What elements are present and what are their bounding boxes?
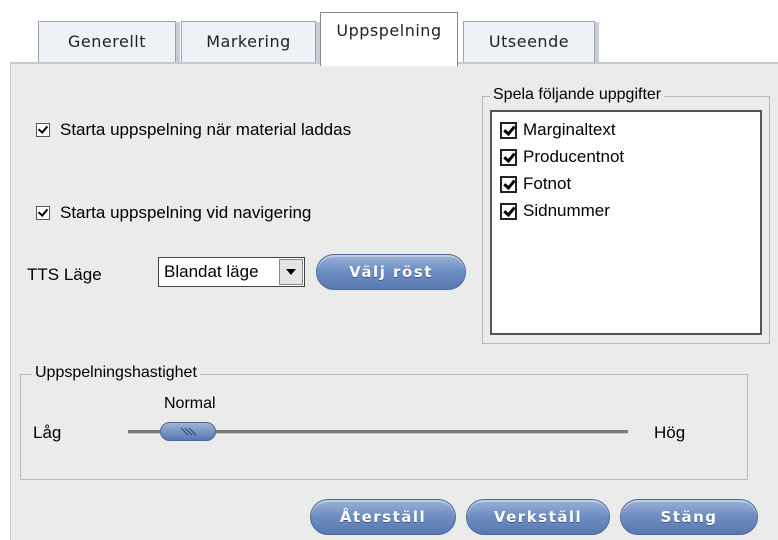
tab-uppspelning[interactable]: Uppspelning <box>320 12 458 66</box>
checkbox-box[interactable] <box>500 148 517 166</box>
tab-label: Uppspelning <box>336 21 442 40</box>
tab-generellt[interactable]: Generellt <box>38 21 180 62</box>
checkbox-box[interactable] <box>36 123 50 137</box>
start-on-navigation-label: Starta uppspelning vid navigering <box>60 203 312 222</box>
reset-button[interactable]: Återställ <box>310 499 456 535</box>
apply-button[interactable]: Verkställ <box>466 499 610 535</box>
checkbox-box[interactable] <box>500 175 517 193</box>
checkbox-box[interactable] <box>500 202 517 220</box>
speed-group <box>20 374 748 480</box>
close-button[interactable]: Stäng <box>620 499 758 535</box>
list-item-label: Producentnot <box>523 147 625 166</box>
tab-utseende[interactable]: Utseende <box>463 21 599 62</box>
tab-label: Utseende <box>488 32 570 51</box>
start-on-load-label: Starta uppspelning när material laddas <box>60 120 352 139</box>
start-on-navigation-checkbox[interactable]: Starta uppspelning vid navigering <box>36 203 311 223</box>
list-item[interactable]: Producentnot <box>500 147 624 167</box>
tab-markering[interactable]: Markering <box>181 21 320 62</box>
read-items-list: Marginaltext Producentnot Fotnot Sidnumm… <box>490 110 762 335</box>
chevron-down-icon[interactable] <box>279 259 303 285</box>
tts-mode-value: Blandat läge <box>164 262 259 281</box>
start-on-load-checkbox[interactable]: Starta uppspelning när material laddas <box>36 120 351 140</box>
speed-high-label: Hög <box>654 423 686 442</box>
read-items-title: Spela följande uppgifter <box>490 86 665 104</box>
list-item-label: Marginaltext <box>523 120 616 139</box>
list-item[interactable]: Marginaltext <box>500 120 616 140</box>
tab-label: Generellt <box>68 32 146 51</box>
choose-voice-button[interactable]: Välj röst <box>316 254 466 290</box>
checkbox-box[interactable] <box>500 121 517 139</box>
speed-slider-thumb[interactable] <box>160 422 216 441</box>
list-item[interactable]: Sidnummer <box>500 201 610 221</box>
list-item[interactable]: Fotnot <box>500 174 571 194</box>
tts-mode-label: TTS Läge <box>27 265 102 284</box>
speed-title: Uppspelningshastighet <box>32 364 200 382</box>
tab-label: Markering <box>206 32 291 51</box>
grip-icon <box>180 427 197 436</box>
list-item-label: Fotnot <box>523 174 572 193</box>
tts-mode-select[interactable]: Blandat läge <box>158 257 305 287</box>
list-item-label: Sidnummer <box>523 201 610 220</box>
speed-current-label: Normal <box>164 395 216 412</box>
speed-low-label: Låg <box>33 423 62 442</box>
checkbox-box[interactable] <box>36 206 50 220</box>
